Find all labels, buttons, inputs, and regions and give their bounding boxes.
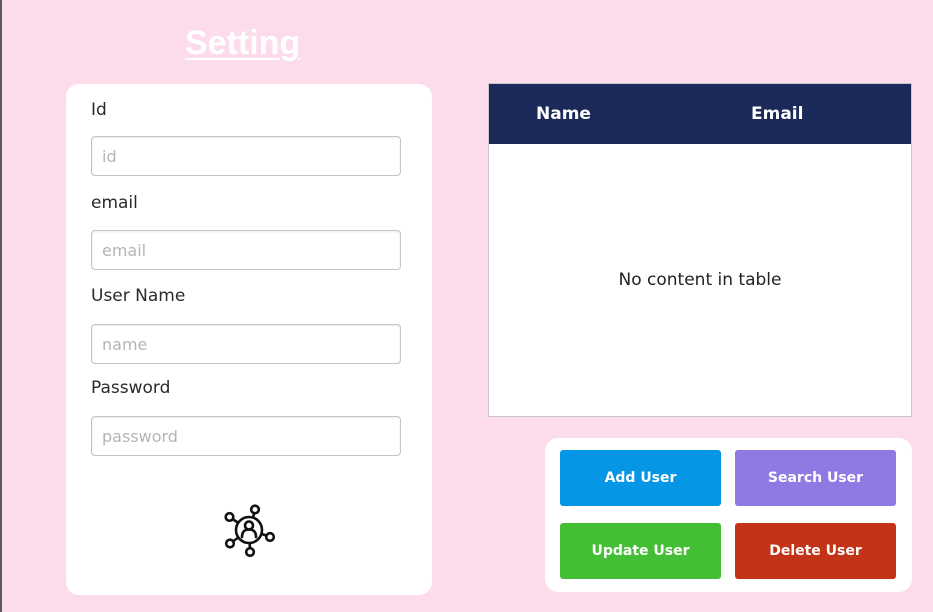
table-empty-message: No content in table	[618, 270, 782, 290]
update-user-button[interactable]: Update User	[560, 523, 721, 579]
table-header: Name Email	[489, 84, 911, 144]
add-user-button[interactable]: Add User	[560, 450, 721, 506]
password-label: Password	[91, 378, 171, 398]
email-input[interactable]	[91, 230, 401, 270]
page-title: Setting	[185, 24, 301, 62]
network-user-icon	[224, 504, 276, 558]
id-input[interactable]	[91, 136, 401, 176]
column-header-email[interactable]: Email	[751, 104, 803, 124]
password-input[interactable]	[91, 416, 401, 456]
column-header-name[interactable]: Name	[536, 104, 591, 124]
delete-user-button[interactable]: Delete User	[735, 523, 896, 579]
id-label: Id	[91, 100, 107, 120]
user-form-card: Id email User Name Password	[66, 84, 432, 595]
window-edge	[0, 0, 2, 612]
email-label: email	[91, 193, 138, 213]
search-user-button[interactable]: Search User	[735, 450, 896, 506]
username-label: User Name	[91, 286, 186, 306]
actions-panel: Add User Search User Update User Delete …	[545, 438, 912, 592]
username-input[interactable]	[91, 324, 401, 364]
users-table[interactable]: Name Email No content in table	[488, 83, 912, 417]
